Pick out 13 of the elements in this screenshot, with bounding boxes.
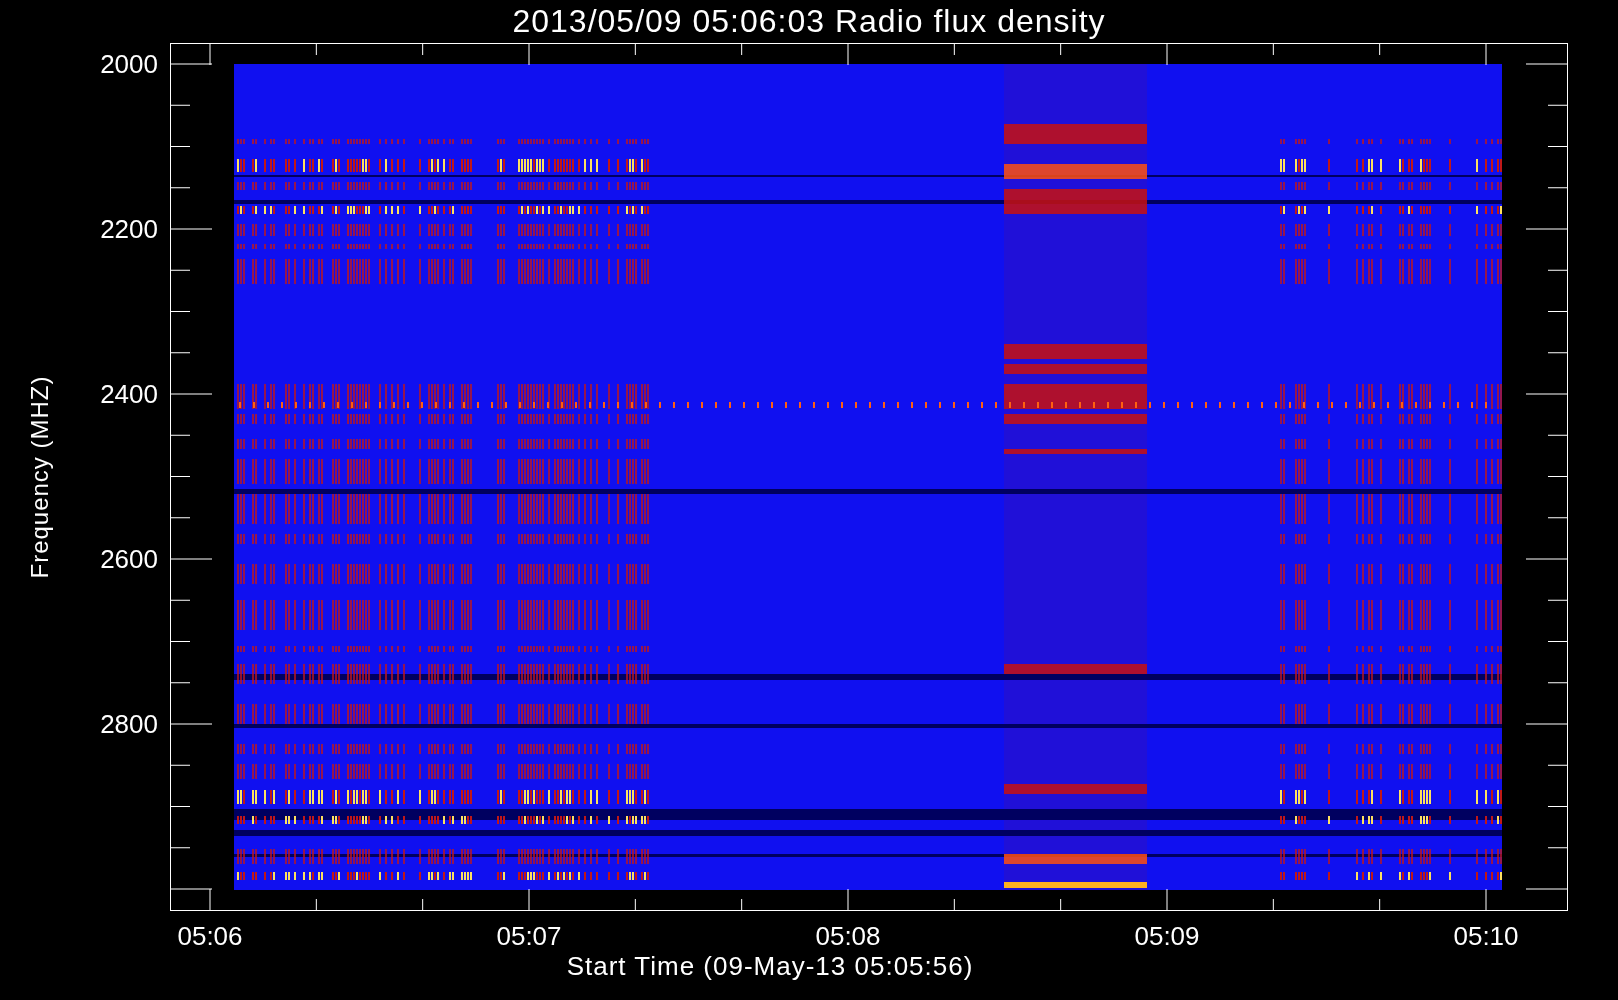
y-tick-label: 2200 [100,213,158,245]
y-tick-label: 2400 [100,378,158,410]
x-tick-label: 05:08 [815,921,881,952]
chart-title: 2013/05/09 05:06:03 Radio flux density [512,3,1106,40]
y-axis-label: Frequency (MHZ) [26,375,54,579]
y-tick-label: 2800 [100,708,158,740]
y-tick-label: 2600 [100,543,158,575]
x-tick-label: 05:07 [496,921,562,952]
x-tick-label: 05:09 [1134,921,1200,952]
x-axis-label: Start Time (09-May-13 05:05:56) [566,951,974,982]
x-tick-label: 05:06 [177,921,243,952]
y-tick-label: 2000 [100,48,158,80]
x-tick-label: 05:10 [1453,921,1519,952]
